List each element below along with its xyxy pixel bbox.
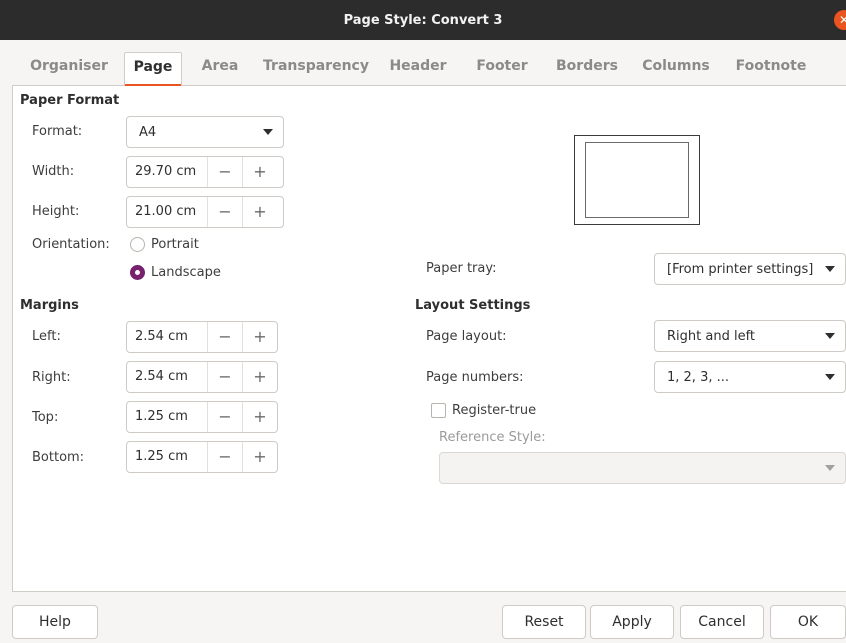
margin-left-decrement-button[interactable]: −	[207, 322, 242, 352]
margin-left-label: Left:	[32, 329, 61, 344]
page-numbers-value: 1, 2, 3, ...	[667, 369, 730, 385]
paper-tray-label: Paper tray:	[426, 261, 497, 276]
format-label: Format:	[32, 124, 83, 139]
paper-tray-dropdown[interactable]: [From printer settings]	[654, 253, 846, 285]
height-value[interactable]: 21.00 cm	[127, 197, 207, 227]
margin-left-spinbox[interactable]: 2.54 cm − +	[126, 321, 278, 353]
apply-button[interactable]: Apply	[590, 605, 674, 639]
margin-bottom-spinbox[interactable]: 1.25 cm − +	[126, 441, 278, 473]
tab-footer[interactable]: Footer	[468, 52, 536, 86]
chevron-down-icon	[825, 465, 835, 471]
margin-left-value[interactable]: 2.54 cm	[127, 322, 207, 352]
tab-page[interactable]: Page	[124, 52, 182, 86]
dialog-footer: Help Reset Apply Cancel OK	[0, 592, 846, 643]
landscape-radio[interactable]: Landscape	[130, 265, 221, 280]
margin-bottom-label: Bottom:	[32, 450, 85, 465]
page-layout-label: Page layout:	[426, 329, 507, 344]
ok-button[interactable]: OK	[770, 605, 846, 639]
margin-left-increment-button[interactable]: +	[242, 322, 277, 352]
chevron-down-icon	[825, 266, 835, 272]
margin-right-increment-button[interactable]: +	[242, 362, 277, 392]
tab-area[interactable]: Area	[192, 52, 248, 86]
page-numbers-dropdown[interactable]: 1, 2, 3, ...	[654, 361, 846, 393]
height-decrement-button[interactable]: −	[207, 197, 242, 227]
checkbox-unchecked-icon	[431, 403, 446, 418]
portrait-label: Portrait	[151, 237, 199, 252]
width-spinbox[interactable]: 29.70 cm − +	[126, 156, 284, 188]
tab-bar: Organiser Page Area Transparency Header …	[12, 40, 846, 86]
orientation-label: Orientation:	[32, 237, 110, 252]
page-layout-value: Right and left	[667, 328, 756, 344]
tab-footnote[interactable]: Footnote	[728, 52, 814, 86]
reference-style-dropdown	[439, 452, 846, 484]
margin-right-decrement-button[interactable]: −	[207, 362, 242, 392]
chevron-down-icon	[263, 129, 273, 135]
page-preview-margins	[585, 142, 689, 218]
width-label: Width:	[32, 164, 75, 179]
page-layout-dropdown[interactable]: Right and left	[654, 320, 846, 352]
portrait-radio[interactable]: Portrait	[130, 237, 199, 252]
landscape-label: Landscape	[151, 265, 221, 280]
window-title: Page Style: Convert 3	[343, 12, 503, 28]
register-true-label: Register-true	[452, 403, 537, 418]
tab-columns[interactable]: Columns	[638, 52, 714, 86]
margin-right-spinbox[interactable]: 2.54 cm − +	[126, 361, 278, 393]
layout-settings-heading: Layout Settings	[415, 298, 531, 313]
height-label: Height:	[32, 204, 80, 219]
width-decrement-button[interactable]: −	[207, 157, 242, 187]
margins-heading: Margins	[20, 298, 79, 313]
margin-top-value[interactable]: 1.25 cm	[127, 402, 207, 432]
help-button[interactable]: Help	[12, 605, 98, 639]
margin-bottom-increment-button[interactable]: +	[242, 442, 277, 472]
margin-top-increment-button[interactable]: +	[242, 402, 277, 432]
reference-style-label: Reference Style:	[439, 430, 546, 445]
margin-right-label: Right:	[32, 370, 71, 385]
radio-checked-icon	[130, 265, 145, 280]
height-spinbox[interactable]: 21.00 cm − +	[126, 196, 284, 228]
register-true-checkbox[interactable]: Register-true	[431, 403, 536, 418]
width-increment-button[interactable]: +	[242, 157, 277, 187]
height-increment-button[interactable]: +	[242, 197, 277, 227]
paper-format-heading: Paper Format	[20, 93, 120, 108]
width-value[interactable]: 29.70 cm	[127, 157, 207, 187]
title-bar: Page Style: Convert 3 ✕	[0, 0, 846, 40]
cancel-button[interactable]: Cancel	[680, 605, 764, 639]
margin-top-spinbox[interactable]: 1.25 cm − +	[126, 401, 278, 433]
margin-bottom-value[interactable]: 1.25 cm	[127, 442, 207, 472]
chevron-down-icon	[825, 374, 835, 380]
tab-transparency[interactable]: Transparency	[262, 52, 370, 86]
margin-bottom-decrement-button[interactable]: −	[207, 442, 242, 472]
radio-unchecked-icon	[130, 237, 145, 252]
page-preview	[574, 135, 700, 225]
page-numbers-label: Page numbers:	[426, 370, 524, 385]
format-value: A4	[139, 124, 157, 140]
close-icon[interactable]: ✕	[834, 10, 846, 30]
tab-borders[interactable]: Borders	[550, 52, 624, 86]
reset-button[interactable]: Reset	[502, 605, 586, 639]
format-dropdown[interactable]: A4	[126, 116, 284, 148]
tab-header[interactable]: Header	[384, 52, 452, 86]
chevron-down-icon	[825, 333, 835, 339]
paper-tray-value: [From printer settings]	[667, 261, 814, 277]
tab-organiser[interactable]: Organiser	[22, 52, 116, 86]
margin-top-decrement-button[interactable]: −	[207, 402, 242, 432]
margin-top-label: Top:	[32, 410, 59, 425]
margin-right-value[interactable]: 2.54 cm	[127, 362, 207, 392]
